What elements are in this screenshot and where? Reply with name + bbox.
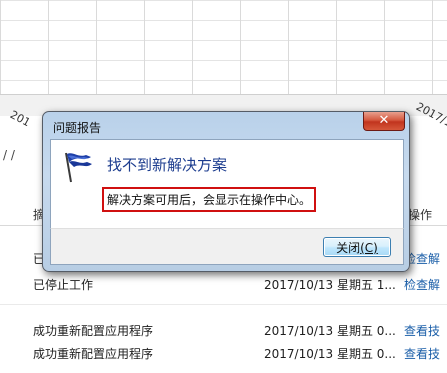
list-item-summary: 成功重新配置应用程序 — [33, 347, 154, 361]
list-item-date: 2017/10/13 星期五 0... — [264, 347, 396, 361]
main-instruction: 找不到新解决方案 — [107, 156, 228, 174]
dialog-content: 找不到新解决方案 解决方案可用后，会显示在操作中心。 — [50, 139, 404, 229]
message-text: 解决方案可用后，会显示在操作中心。 — [107, 193, 312, 207]
list-item-action-link[interactable]: 查看技 — [404, 345, 440, 363]
detail-pane-fragment: / / — [3, 148, 15, 162]
list-item-action-link[interactable]: 查看技 — [404, 322, 440, 340]
highlighted-message: 解决方案可用后，会显示在操作中心。 — [102, 187, 317, 212]
list-item[interactable]: 成功重新配置应用程序 2017/10/13 星期五 0... 查看技 — [0, 322, 447, 340]
close-button[interactable]: 关闭(C) — [323, 237, 391, 257]
list-item[interactable]: 成功重新配置应用程序 2017/10/13 星期五 0... 查看技 — [0, 345, 447, 363]
blue-flag-icon — [65, 152, 92, 183]
list-item-summary: 已停止工作 — [33, 278, 94, 292]
close-button-label: 关闭 — [336, 241, 361, 255]
dialog-title: 问题报告 — [53, 121, 102, 135]
list-item-date: 2017/10/13 星期五 1... — [264, 278, 396, 292]
column-header-action[interactable]: 操作 — [408, 205, 432, 225]
group-divider — [0, 304, 447, 305]
list-item[interactable]: 已停止工作 2017/10/13 星期五 1... 检查解 — [0, 276, 447, 294]
problem-report-dialog: 问题报告 ✕ 找不到新解决方案 解决方案可用后，会显示在操作中心。 关闭(C) — [42, 111, 410, 272]
list-item-summary: 成功重新配置应用程序 — [33, 324, 154, 338]
list-item-date: 2017/10/13 星期五 0... — [264, 324, 396, 338]
list-item-action-link[interactable]: 检查解 — [404, 276, 440, 294]
dialog-footer: 关闭(C) — [50, 228, 404, 265]
close-icon[interactable]: ✕ — [363, 112, 405, 131]
close-button-accelerator: (C) — [360, 241, 378, 255]
